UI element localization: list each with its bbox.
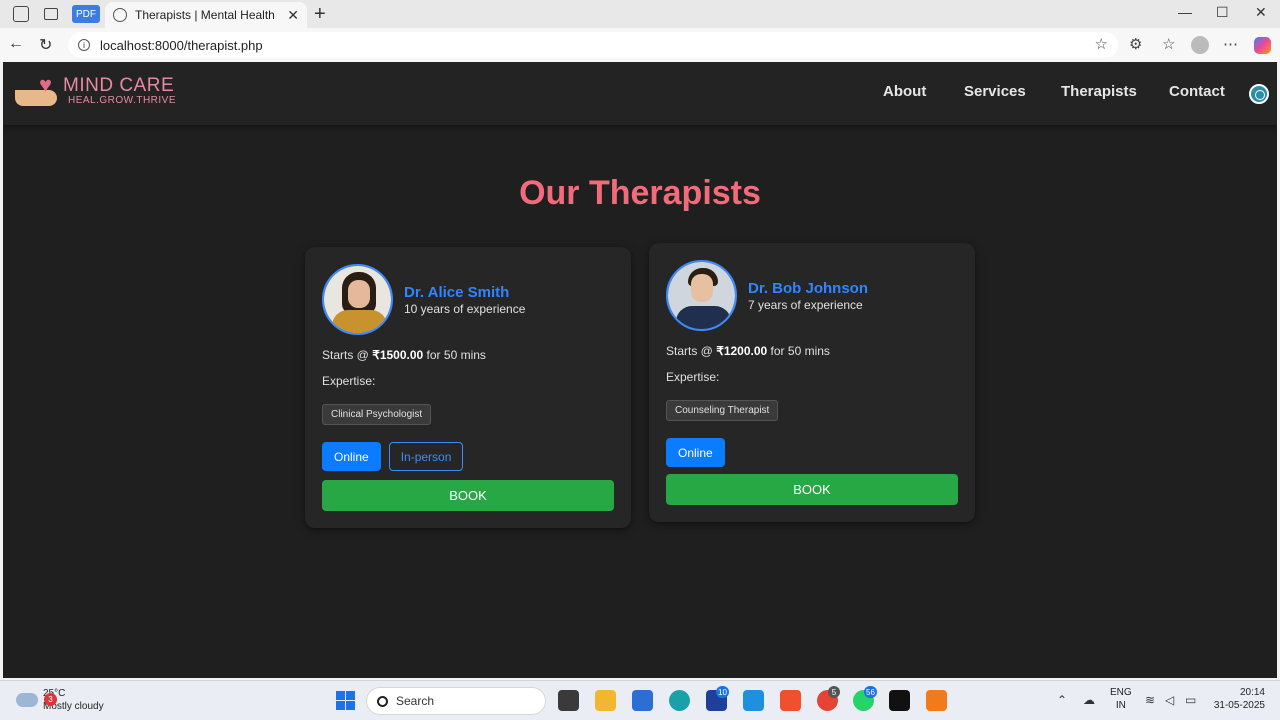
tab-title: Therapists | Mental Health xyxy=(135,8,275,22)
expertise-tag: Counseling Therapist xyxy=(666,400,779,421)
brand-name: MIND CARE xyxy=(63,74,175,96)
window-close-button[interactable]: ✕ xyxy=(1255,4,1267,21)
weather-widget[interactable]: 3 25°C Mostly cloudy xyxy=(16,687,104,713)
mode-inperson-button[interactable]: In-person xyxy=(388,442,464,471)
site-logo[interactable]: ♥ MIND CARE HEAL.GROW.THRIVE xyxy=(15,72,176,108)
session-modes: Online In-person xyxy=(322,442,614,471)
store-icon[interactable] xyxy=(632,690,653,711)
browser-tab-strip: PDF Therapists | Mental Health ✕ + — ☐ ✕ xyxy=(0,0,1280,28)
url-text: localhost:8000/therapist.php xyxy=(100,37,263,53)
minimize-button[interactable]: — xyxy=(1178,4,1192,20)
taskbar-search[interactable]: Search xyxy=(366,687,546,715)
nav-about[interactable]: About xyxy=(883,83,926,100)
copilot-icon[interactable] xyxy=(1254,37,1271,54)
reload-button[interactable]: ↻ xyxy=(39,35,52,55)
pdf-badge[interactable]: PDF xyxy=(72,5,100,23)
clock[interactable]: 20:14 31-05-2025 xyxy=(1211,686,1265,712)
tray-chevron-icon[interactable]: ⌃ xyxy=(1057,693,1067,707)
brave-icon[interactable] xyxy=(780,690,801,711)
maximize-button[interactable]: ☐ xyxy=(1216,4,1229,21)
task-view-icon[interactable] xyxy=(558,690,579,711)
new-tab-button[interactable]: + xyxy=(314,3,326,26)
hand-heart-icon: ♥ xyxy=(15,72,61,108)
whatsapp-badge: 56 xyxy=(864,686,877,698)
url-field[interactable]: i localhost:8000/therapist.php ☆ xyxy=(68,32,1118,58)
therapist-price: Starts @ ₹1500.00 for 50 mins xyxy=(322,348,486,362)
onedrive-icon[interactable]: ☁ xyxy=(1083,693,1095,707)
chrome-badge: 5 xyxy=(828,686,840,698)
expertise-tag: Clinical Psychologist xyxy=(322,404,432,425)
therapist-price: Starts @ ₹1200.00 for 50 mins xyxy=(666,344,830,358)
brand-tagline: HEAL.GROW.THRIVE xyxy=(68,94,177,106)
address-bar-row: ← ↻ i localhost:8000/therapist.php ☆ ⚙ ☆… xyxy=(0,28,1280,62)
therapist-experience: 7 years of experience xyxy=(748,297,863,312)
site-navbar: ♥ MIND CARE HEAL.GROW.THRIVE About Servi… xyxy=(3,62,1277,125)
browser-profile-icon[interactable] xyxy=(1191,36,1209,54)
browser-tab-active[interactable]: Therapists | Mental Health ✕ xyxy=(105,2,307,28)
therapist-experience: 10 years of experience xyxy=(404,301,526,316)
wifi-icon[interactable]: ≋ xyxy=(1145,693,1155,707)
volume-icon[interactable]: ◁ xyxy=(1165,693,1174,707)
expertise-label: Expertise: xyxy=(322,374,376,388)
dark-app-icon[interactable] xyxy=(889,690,910,711)
nav-contact[interactable]: Contact xyxy=(1169,83,1225,100)
book-button[interactable]: BOOK xyxy=(322,480,614,511)
workspaces-icon[interactable] xyxy=(13,6,29,22)
expertise-label: Expertise: xyxy=(666,370,720,384)
language-indicator[interactable]: ENG IN xyxy=(1110,686,1132,712)
site-info-icon[interactable]: i xyxy=(78,39,90,51)
cloud-icon xyxy=(16,693,38,707)
search-label: Search xyxy=(396,694,435,708)
nav-services[interactable]: Services xyxy=(964,83,1026,100)
windows-taskbar: 3 25°C Mostly cloudy Search 10 5 56 ⌃ ☁ … xyxy=(0,680,1280,720)
search-icon xyxy=(377,695,388,707)
back-button[interactable]: ← xyxy=(8,35,24,53)
book-button[interactable]: BOOK xyxy=(666,474,958,505)
xampp-icon[interactable] xyxy=(926,690,947,711)
more-menu-icon[interactable]: ⋯ xyxy=(1223,35,1238,53)
therapist-photo xyxy=(666,260,737,331)
start-button[interactable] xyxy=(336,691,355,710)
therapist-card: Dr. Bob Johnson 7 years of experience St… xyxy=(649,243,975,522)
tab-actions-icon[interactable] xyxy=(44,8,58,20)
therapist-name: Dr. Bob Johnson xyxy=(748,279,868,297)
mode-online-button[interactable]: Online xyxy=(322,442,381,471)
user-profile-icon[interactable] xyxy=(1249,84,1269,104)
nav-therapists[interactable]: Therapists xyxy=(1061,83,1137,100)
session-modes: Online xyxy=(666,438,958,467)
extensions-icon[interactable]: ⚙ xyxy=(1129,35,1142,53)
mode-online-button[interactable]: Online xyxy=(666,438,725,467)
therapist-name: Dr. Alice Smith xyxy=(404,283,510,301)
therapist-card: Dr. Alice Smith 10 years of experience S… xyxy=(305,247,631,528)
globe-icon xyxy=(113,8,127,22)
favorite-star-icon[interactable]: ☆ xyxy=(1095,35,1108,53)
weather-badge: 3 xyxy=(44,693,57,706)
battery-icon[interactable]: ▭ xyxy=(1185,693,1196,707)
therapist-photo xyxy=(322,264,393,335)
blue-app-icon[interactable] xyxy=(743,690,764,711)
edge-icon[interactable] xyxy=(669,690,690,711)
web-page: ♥ MIND CARE HEAL.GROW.THRIVE About Servi… xyxy=(3,62,1277,678)
l-app-badge: 10 xyxy=(716,686,729,698)
favorites-icon[interactable]: ☆ xyxy=(1162,35,1175,53)
file-explorer-icon[interactable] xyxy=(595,690,616,711)
page-title: Our Therapists xyxy=(519,174,761,212)
tab-close-icon[interactable]: ✕ xyxy=(287,7,299,24)
